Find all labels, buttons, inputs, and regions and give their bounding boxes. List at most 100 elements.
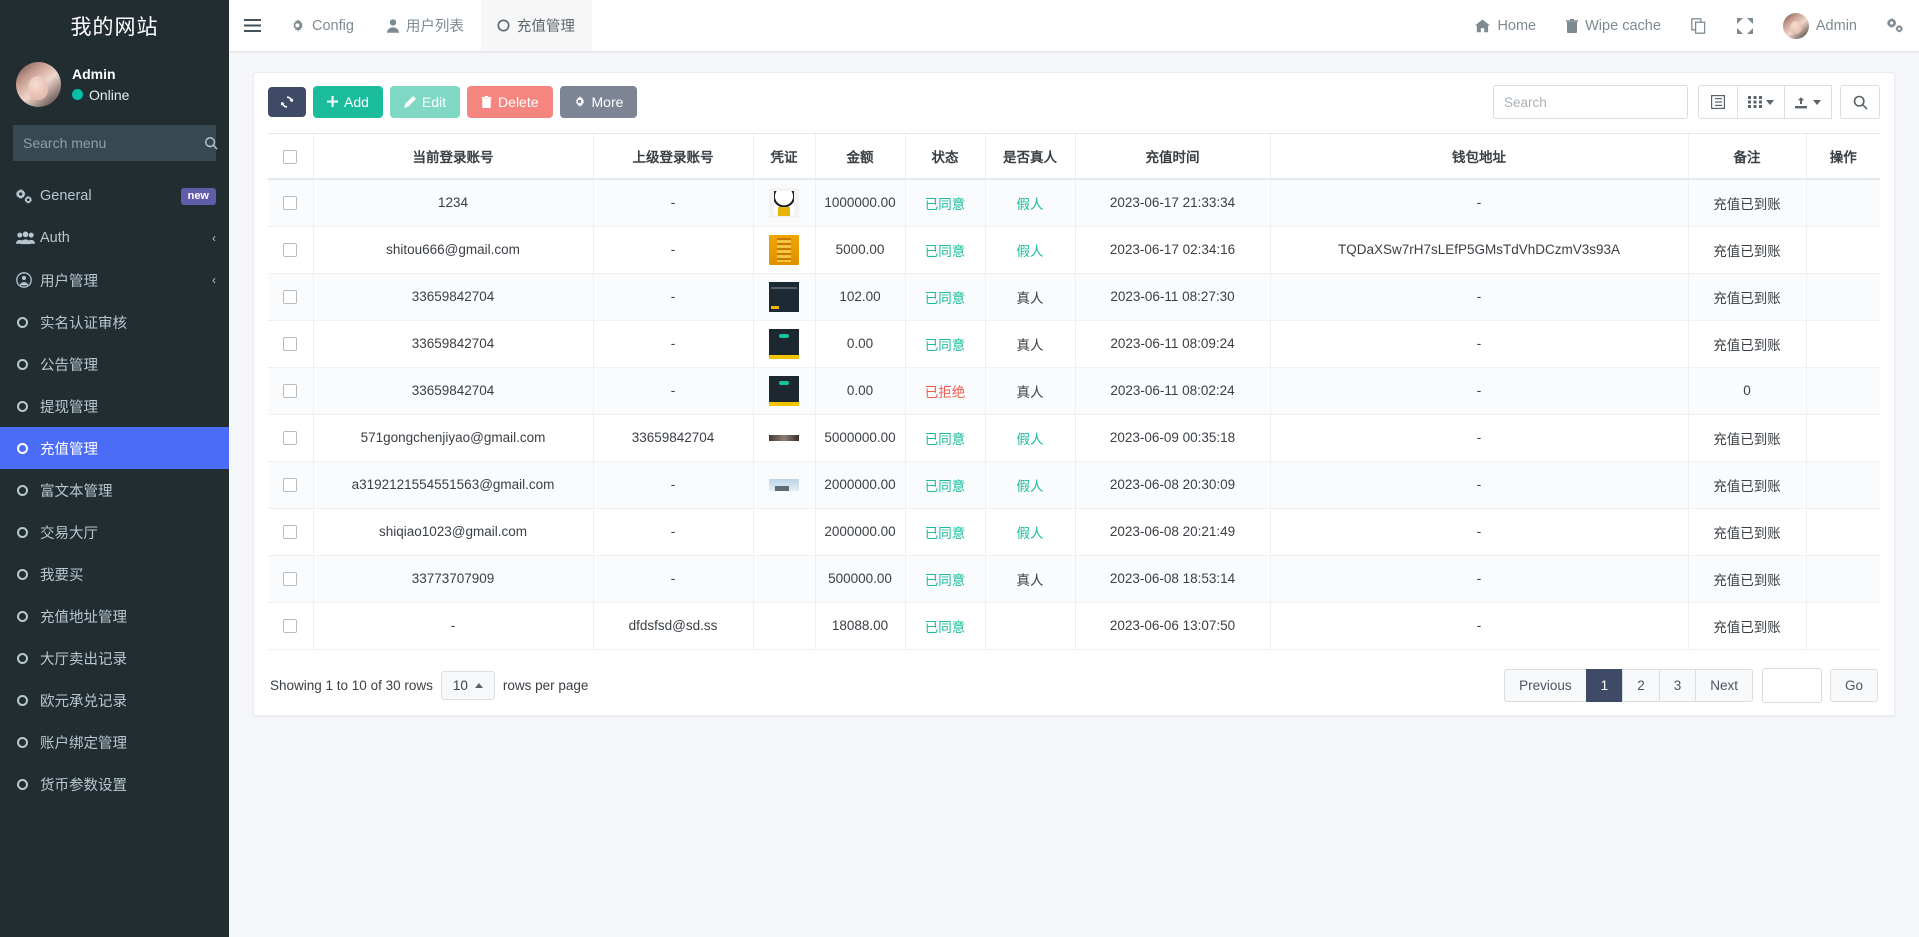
sidebar-item-withdraw[interactable]: 提现管理 bbox=[0, 385, 229, 427]
copy-page-icon[interactable] bbox=[1676, 0, 1722, 51]
voucher-thumbnail[interactable] bbox=[769, 282, 799, 312]
page-button-1[interactable]: 1 bbox=[1586, 669, 1624, 702]
row-checkbox-cell[interactable] bbox=[268, 508, 313, 555]
row-checkbox[interactable] bbox=[283, 243, 297, 257]
page-button-2[interactable]: 2 bbox=[1622, 669, 1660, 702]
search-menu-input[interactable] bbox=[23, 135, 204, 151]
goto-page-input[interactable] bbox=[1762, 668, 1822, 703]
row-checkbox[interactable] bbox=[283, 525, 297, 539]
export-icon[interactable] bbox=[1784, 85, 1832, 119]
delete-button[interactable]: Delete bbox=[467, 86, 552, 119]
advanced-search-icon[interactable] bbox=[1840, 85, 1880, 119]
sidebar-item-richtext[interactable]: 富文本管理 bbox=[0, 469, 229, 511]
fullscreen-icon[interactable] bbox=[1722, 0, 1768, 51]
sidebar-item-announcement[interactable]: 公告管理 bbox=[0, 343, 229, 385]
row-checkbox-cell[interactable] bbox=[268, 461, 313, 508]
voucher-thumbnail[interactable] bbox=[769, 376, 799, 406]
tab-user-list[interactable]: 用户列表 bbox=[371, 0, 481, 51]
voucher-thumbnail[interactable] bbox=[769, 479, 799, 491]
row-checkbox-cell[interactable] bbox=[268, 273, 313, 320]
col-recharge-time[interactable]: 充值时间 bbox=[1075, 134, 1270, 180]
next-page-button[interactable]: Next bbox=[1695, 669, 1753, 702]
edit-button[interactable]: Edit bbox=[390, 86, 460, 119]
col-parent-account[interactable]: 上级登录账号 bbox=[593, 134, 753, 180]
search-input[interactable] bbox=[1493, 85, 1688, 119]
row-checkbox[interactable] bbox=[283, 290, 297, 304]
home-link[interactable]: Home bbox=[1460, 0, 1551, 51]
table-row[interactable]: 33659842704-102.00已同意真人2023-06-11 08:27:… bbox=[268, 273, 1880, 320]
select-all-checkbox[interactable] bbox=[283, 150, 297, 164]
col-wallet-address[interactable]: 钱包地址 bbox=[1270, 134, 1688, 180]
sidebar-item-currency-params[interactable]: 货币参数设置 bbox=[0, 763, 229, 805]
sidebar-item-label: 公告管理 bbox=[40, 354, 216, 375]
row-checkbox[interactable] bbox=[283, 337, 297, 351]
row-checkbox[interactable] bbox=[283, 431, 297, 445]
sidebar-item-i-want-buy[interactable]: 我要买 bbox=[0, 553, 229, 595]
sidebar-item-recharge-address[interactable]: 充值地址管理 bbox=[0, 595, 229, 637]
add-button[interactable]: Add bbox=[313, 86, 383, 119]
table-row[interactable]: 33773707909-500000.00已同意真人2023-06-08 18:… bbox=[268, 555, 1880, 602]
col-action[interactable]: 操作 bbox=[1806, 134, 1880, 180]
table-row[interactable]: -dfdsfsd@sd.ss18088.00已同意2023-06-06 13:0… bbox=[268, 602, 1880, 649]
voucher-thumbnail[interactable] bbox=[769, 235, 799, 265]
sidebar-item-label: 富文本管理 bbox=[40, 480, 216, 501]
voucher-thumbnail[interactable] bbox=[769, 329, 799, 359]
sidebar-item-trading-hall[interactable]: 交易大厅 bbox=[0, 511, 229, 553]
row-checkbox-cell[interactable] bbox=[268, 555, 313, 602]
page-button-3[interactable]: 3 bbox=[1659, 669, 1697, 702]
col-amount[interactable]: 金额 bbox=[815, 134, 905, 180]
previous-page-button[interactable]: Previous bbox=[1504, 669, 1587, 702]
hamburger-icon[interactable] bbox=[229, 0, 275, 51]
sidebar-item-hall-sell-record[interactable]: 大厅卖出记录 bbox=[0, 637, 229, 679]
col-remark[interactable]: 备注 bbox=[1688, 134, 1806, 180]
tab-config[interactable]: Config bbox=[275, 0, 371, 51]
col-is-real[interactable]: 是否真人 bbox=[985, 134, 1075, 180]
cell-current-account: shiqiao1023@gmail.com bbox=[313, 508, 593, 555]
row-checkbox[interactable] bbox=[283, 478, 297, 492]
cell-recharge-time: 2023-06-08 20:30:09 bbox=[1075, 461, 1270, 508]
tab-recharge-management[interactable]: 充值管理 bbox=[481, 0, 592, 51]
refresh-button[interactable] bbox=[268, 87, 306, 117]
list-view-icon[interactable] bbox=[1698, 85, 1738, 119]
row-checkbox[interactable] bbox=[283, 384, 297, 398]
settings-gears-icon[interactable] bbox=[1872, 0, 1919, 51]
wipe-cache-link[interactable]: Wipe cache bbox=[1551, 0, 1676, 51]
row-checkbox-cell[interactable] bbox=[268, 226, 313, 273]
row-checkbox-cell[interactable] bbox=[268, 414, 313, 461]
sidebar-item-account-binding[interactable]: 账户绑定管理 bbox=[0, 721, 229, 763]
col-status[interactable]: 状态 bbox=[905, 134, 985, 180]
table-row[interactable]: a3192121554551563@gmail.com-2000000.00已同… bbox=[268, 461, 1880, 508]
row-checkbox[interactable] bbox=[283, 619, 297, 633]
row-checkbox-cell[interactable] bbox=[268, 367, 313, 414]
table-row[interactable]: 33659842704-0.00已拒绝真人2023-06-11 08:02:24… bbox=[268, 367, 1880, 414]
voucher-thumbnail[interactable] bbox=[769, 188, 799, 218]
sidebar-item-realname-audit[interactable]: 实名认证审核 bbox=[0, 301, 229, 343]
row-checkbox-cell[interactable] bbox=[268, 179, 313, 226]
search-icon[interactable] bbox=[204, 136, 218, 150]
table-row[interactable]: 571gongchenjiyao@gmail.com33659842704500… bbox=[268, 414, 1880, 461]
user-icon bbox=[387, 19, 399, 33]
sidebar-item-recharge[interactable]: 充值管理 bbox=[0, 427, 229, 469]
table-row[interactable]: 1234-1000000.00已同意假人2023-06-17 21:33:34-… bbox=[268, 179, 1880, 226]
rows-per-page-select[interactable]: 10 bbox=[441, 671, 495, 700]
cell-amount: 0.00 bbox=[815, 320, 905, 367]
row-checkbox[interactable] bbox=[283, 196, 297, 210]
voucher-thumbnail[interactable] bbox=[769, 435, 799, 441]
sidebar-search-box[interactable] bbox=[13, 125, 216, 161]
row-checkbox-cell[interactable] bbox=[268, 320, 313, 367]
col-voucher[interactable]: 凭证 bbox=[753, 134, 815, 180]
columns-icon[interactable] bbox=[1737, 85, 1785, 119]
go-button[interactable]: Go bbox=[1830, 669, 1878, 702]
col-current-account[interactable]: 当前登录账号 bbox=[313, 134, 593, 180]
table-row[interactable]: 33659842704-0.00已同意真人2023-06-11 08:09:24… bbox=[268, 320, 1880, 367]
row-checkbox[interactable] bbox=[283, 572, 297, 586]
row-checkbox-cell[interactable] bbox=[268, 602, 313, 649]
more-button[interactable]: More bbox=[560, 86, 638, 119]
sidebar-item-auth[interactable]: Auth ‹ bbox=[0, 217, 229, 259]
account-menu[interactable]: Admin bbox=[1768, 0, 1872, 51]
sidebar-item-general[interactable]: General new bbox=[0, 175, 229, 217]
sidebar-item-user-management[interactable]: 用户管理 ‹ bbox=[0, 259, 229, 301]
sidebar-item-euro-exchange-record[interactable]: 欧元承兑记录 bbox=[0, 679, 229, 721]
table-row[interactable]: shiqiao1023@gmail.com-2000000.00已同意假人202… bbox=[268, 508, 1880, 555]
table-row[interactable]: shitou666@gmail.com-5000.00已同意假人2023-06-… bbox=[268, 226, 1880, 273]
